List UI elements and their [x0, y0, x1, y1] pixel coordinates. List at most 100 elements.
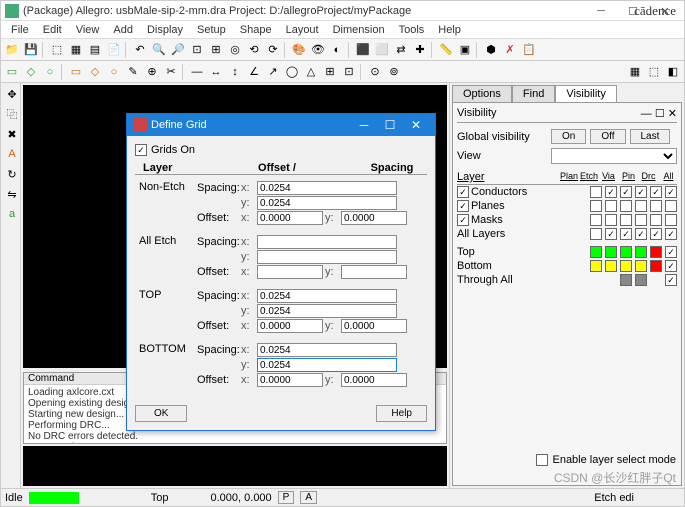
alletch-ox[interactable]	[257, 265, 323, 279]
move-icon[interactable]: ✥	[3, 85, 21, 103]
tab-options[interactable]: Options	[452, 85, 512, 102]
shape-rect-icon[interactable]: ▭	[3, 63, 21, 81]
dim-angle-icon[interactable]: ∠	[245, 63, 263, 81]
help-button[interactable]: Help	[376, 405, 427, 422]
dim-h-icon[interactable]: ↔	[207, 63, 225, 81]
vis-cb[interactable]: ✓	[665, 274, 677, 286]
vis-cb[interactable]	[590, 200, 602, 212]
menu-setup[interactable]: Setup	[191, 23, 232, 37]
alletch-sx[interactable]	[257, 235, 397, 249]
bottom-ox[interactable]	[257, 373, 323, 387]
snap2-icon[interactable]: ⊚	[385, 63, 403, 81]
place-icon[interactable]: ⬛	[354, 41, 372, 59]
swatch[interactable]	[635, 246, 647, 258]
vis-cb[interactable]	[605, 200, 617, 212]
mirror-icon[interactable]: ⇋	[3, 185, 21, 203]
menu-add[interactable]: Add	[107, 23, 139, 37]
vis-cb[interactable]: ✓	[635, 186, 647, 198]
vis-cb[interactable]	[605, 214, 617, 226]
panel-icon[interactable]: ▦	[626, 63, 644, 81]
top-sx[interactable]	[257, 289, 397, 303]
dim-leader-icon[interactable]: ↗	[264, 63, 282, 81]
col-via[interactable]: Via	[600, 171, 617, 183]
vis-cb[interactable]	[665, 200, 677, 212]
zoom-window-icon[interactable]: ⊡	[188, 41, 206, 59]
zoom-prev-icon[interactable]: ⟲	[245, 41, 263, 59]
shape-poly-icon[interactable]: ◇	[22, 63, 40, 81]
report-icon[interactable]: 📄	[105, 41, 123, 59]
layers-icon[interactable]: ▤	[86, 41, 104, 59]
dim-chamfer-icon[interactable]: △	[302, 63, 320, 81]
vis-cb[interactable]: ✓	[650, 228, 662, 240]
shadow-icon[interactable]: ◐	[328, 41, 346, 59]
maximize-button[interactable]: ☐	[618, 2, 648, 20]
view-select[interactable]	[551, 148, 677, 164]
enable-select-cb[interactable]	[536, 454, 548, 466]
refresh-icon[interactable]: ⟳	[264, 41, 282, 59]
swatch[interactable]	[620, 260, 632, 272]
dim-balloon-icon[interactable]: ◯	[283, 63, 301, 81]
menu-help[interactable]: Help	[432, 23, 467, 37]
copy-icon[interactable]: ⿻	[3, 105, 21, 123]
vis-cb[interactable]: ✓	[605, 186, 617, 198]
last-button[interactable]: Last	[630, 129, 671, 144]
conductors-cb[interactable]: ✓	[457, 186, 469, 198]
col-etch[interactable]: Etch	[580, 171, 597, 183]
vis-cb[interactable]	[620, 214, 632, 226]
vis-cb[interactable]	[665, 214, 677, 226]
a-button[interactable]: A	[300, 491, 317, 504]
color-icon[interactable]: 🎨	[290, 41, 308, 59]
swatch[interactable]	[650, 260, 662, 272]
menu-layout[interactable]: Layout	[280, 23, 325, 37]
bottom-sy[interactable]	[257, 358, 397, 372]
shape-merge-icon[interactable]: ⊕	[143, 63, 161, 81]
top-oy[interactable]	[341, 319, 407, 333]
dialog-close[interactable]: ✕	[403, 118, 429, 132]
alletch-sy[interactable]	[257, 250, 397, 264]
swatch[interactable]	[590, 246, 602, 258]
masks-cb[interactable]: ✓	[457, 214, 469, 226]
minimize-button[interactable]: ─	[586, 2, 616, 20]
col-pin[interactable]: Pin	[620, 171, 637, 183]
nonetch-sx[interactable]	[257, 181, 397, 195]
menu-tools[interactable]: Tools	[393, 23, 431, 37]
p-button[interactable]: P	[278, 491, 295, 504]
vis-cb[interactable]: ✓	[620, 228, 632, 240]
vis-cb[interactable]	[590, 186, 602, 198]
zoom-extents-icon[interactable]: ⬚	[48, 41, 66, 59]
shape-void2-icon[interactable]: ◇	[86, 63, 104, 81]
menu-file[interactable]: File	[5, 23, 35, 37]
menu-shape[interactable]: Shape	[234, 23, 278, 37]
dim-cross-icon[interactable]: ⊞	[321, 63, 339, 81]
undo-icon[interactable]: ↶	[131, 41, 149, 59]
save-icon[interactable]: 💾	[22, 41, 40, 59]
swatch[interactable]	[605, 246, 617, 258]
zoom-in-icon[interactable]: 🔍	[150, 41, 168, 59]
zoom-center-icon[interactable]: ◎	[226, 41, 244, 59]
vis-cb[interactable]: ✓	[665, 260, 677, 272]
col-drc[interactable]: Drc	[640, 171, 657, 183]
vis-cb[interactable]	[620, 200, 632, 212]
shape-trim-icon[interactable]: ✂	[162, 63, 180, 81]
dialog-maximize[interactable]: ☐	[377, 118, 403, 132]
swatch[interactable]	[650, 246, 662, 258]
grid-icon[interactable]: ▦	[67, 41, 85, 59]
bottom-oy[interactable]	[341, 373, 407, 387]
delete-icon[interactable]: ✖	[3, 125, 21, 143]
bottom-sx[interactable]	[257, 343, 397, 357]
zoom-fit-icon[interactable]: ⊞	[207, 41, 225, 59]
vis-cb[interactable]	[635, 200, 647, 212]
alletch-oy[interactable]	[341, 265, 407, 279]
swatch[interactable]	[620, 246, 632, 258]
vis-cb[interactable]: ✓	[605, 228, 617, 240]
dim-v-icon[interactable]: ↕	[226, 63, 244, 81]
top-sy[interactable]	[257, 304, 397, 318]
col-all[interactable]: All	[660, 171, 677, 183]
properties-icon[interactable]: 📋	[520, 41, 538, 59]
zoom-out-icon[interactable]: 🔎	[169, 41, 187, 59]
shape-circle-icon[interactable]: ○	[41, 63, 59, 81]
dim-line-icon[interactable]: —	[188, 63, 206, 81]
dialog-titlebar[interactable]: Define Grid ─ ☐ ✕	[127, 114, 435, 136]
close-button[interactable]: ✕	[650, 2, 680, 20]
tab-find[interactable]: Find	[512, 85, 555, 102]
